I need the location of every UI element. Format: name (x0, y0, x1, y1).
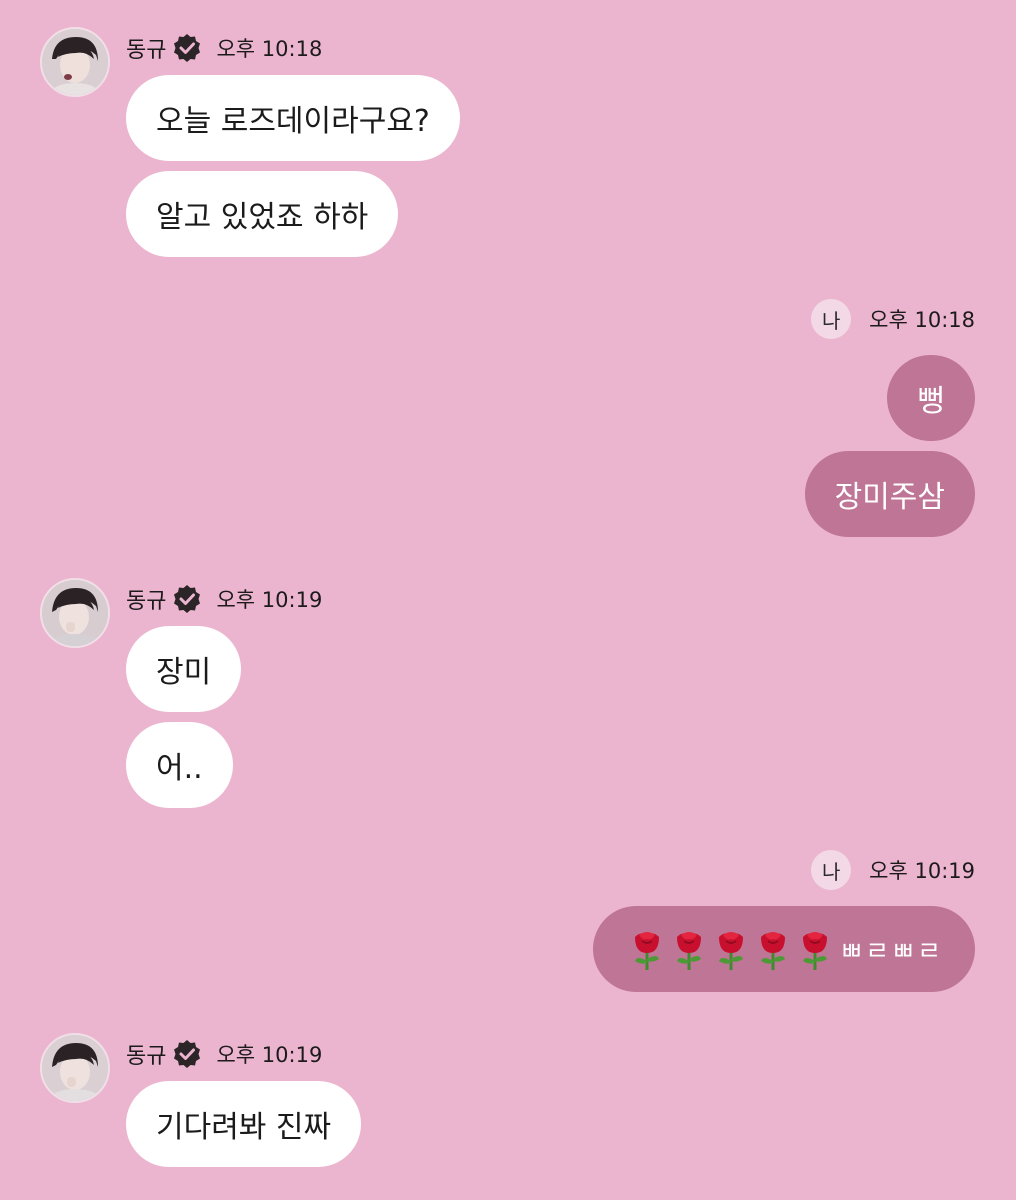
rose-emoji-icon (761, 932, 786, 970)
avatar-photo-icon (42, 1035, 108, 1101)
message-bubble[interactable]: 알고 있었죠 하하 (126, 171, 399, 257)
rose-emoji-row (629, 927, 833, 971)
avatar-photo-icon (42, 29, 108, 95)
message-text: 알고 있었죠 하하 (156, 200, 369, 235)
rose-emoji-icon (719, 932, 744, 970)
sender-header: 동규 오후 10:19 (126, 584, 322, 614)
me-badge: 나 (811, 299, 852, 339)
message-bubble[interactable]: 장미주삼 (804, 451, 975, 537)
me-badge: 나 (811, 850, 852, 890)
verified-badge-icon (174, 585, 201, 613)
rose-emoji-icon (635, 932, 660, 970)
message-timestamp: 오후 10:18 (869, 308, 975, 332)
message-bubble[interactable]: 오늘 로즈데이라구요? (126, 75, 460, 161)
message-bubble[interactable]: 장미 (126, 626, 242, 712)
contact-avatar[interactable] (40, 1033, 110, 1103)
rose-emoji-icon (803, 932, 828, 970)
sender-header: 동규 오후 10:19 (126, 1039, 322, 1069)
verified-badge-icon (174, 34, 201, 62)
message-text: 기다려봐 진짜 (156, 1110, 332, 1145)
message-timestamp: 오후 10:18 (216, 37, 323, 61)
me-header: 나 오후 10:18 (811, 299, 975, 339)
message-text: 어.. (156, 751, 203, 786)
sender-header: 동규 오후 10:18 (126, 33, 322, 63)
verified-badge-icon (174, 1040, 201, 1068)
message-text: 오늘 로즈데이라구요? (156, 104, 430, 139)
message-text: 장미주삼 (834, 480, 945, 515)
message-bubble[interactable]: 기다려봐 진짜 (126, 1081, 362, 1167)
message-bubble[interactable]: ㅃㄹㅃㄹ (593, 906, 975, 992)
message-bubble[interactable]: 뻥 (887, 355, 975, 441)
me-header: 나 오후 10:19 (811, 850, 975, 890)
sender-name: 동규 (126, 38, 167, 63)
message-bubble[interactable]: 어.. (126, 722, 233, 808)
sender-name: 동규 (126, 1044, 167, 1069)
message-text: 뻥 (917, 384, 945, 419)
message-timestamp: 오후 10:19 (216, 1043, 323, 1067)
message-text: 장미 (156, 655, 212, 690)
message-timestamp: 오후 10:19 (216, 588, 323, 612)
rose-emoji-icon (677, 932, 702, 970)
avatar-photo-icon (42, 580, 108, 646)
message-text: ㅃㄹㅃㄹ (839, 936, 943, 967)
sender-name: 동규 (126, 589, 167, 614)
contact-avatar[interactable] (40, 27, 110, 97)
message-timestamp: 오후 10:19 (869, 859, 975, 883)
contact-avatar[interactable] (40, 578, 110, 648)
